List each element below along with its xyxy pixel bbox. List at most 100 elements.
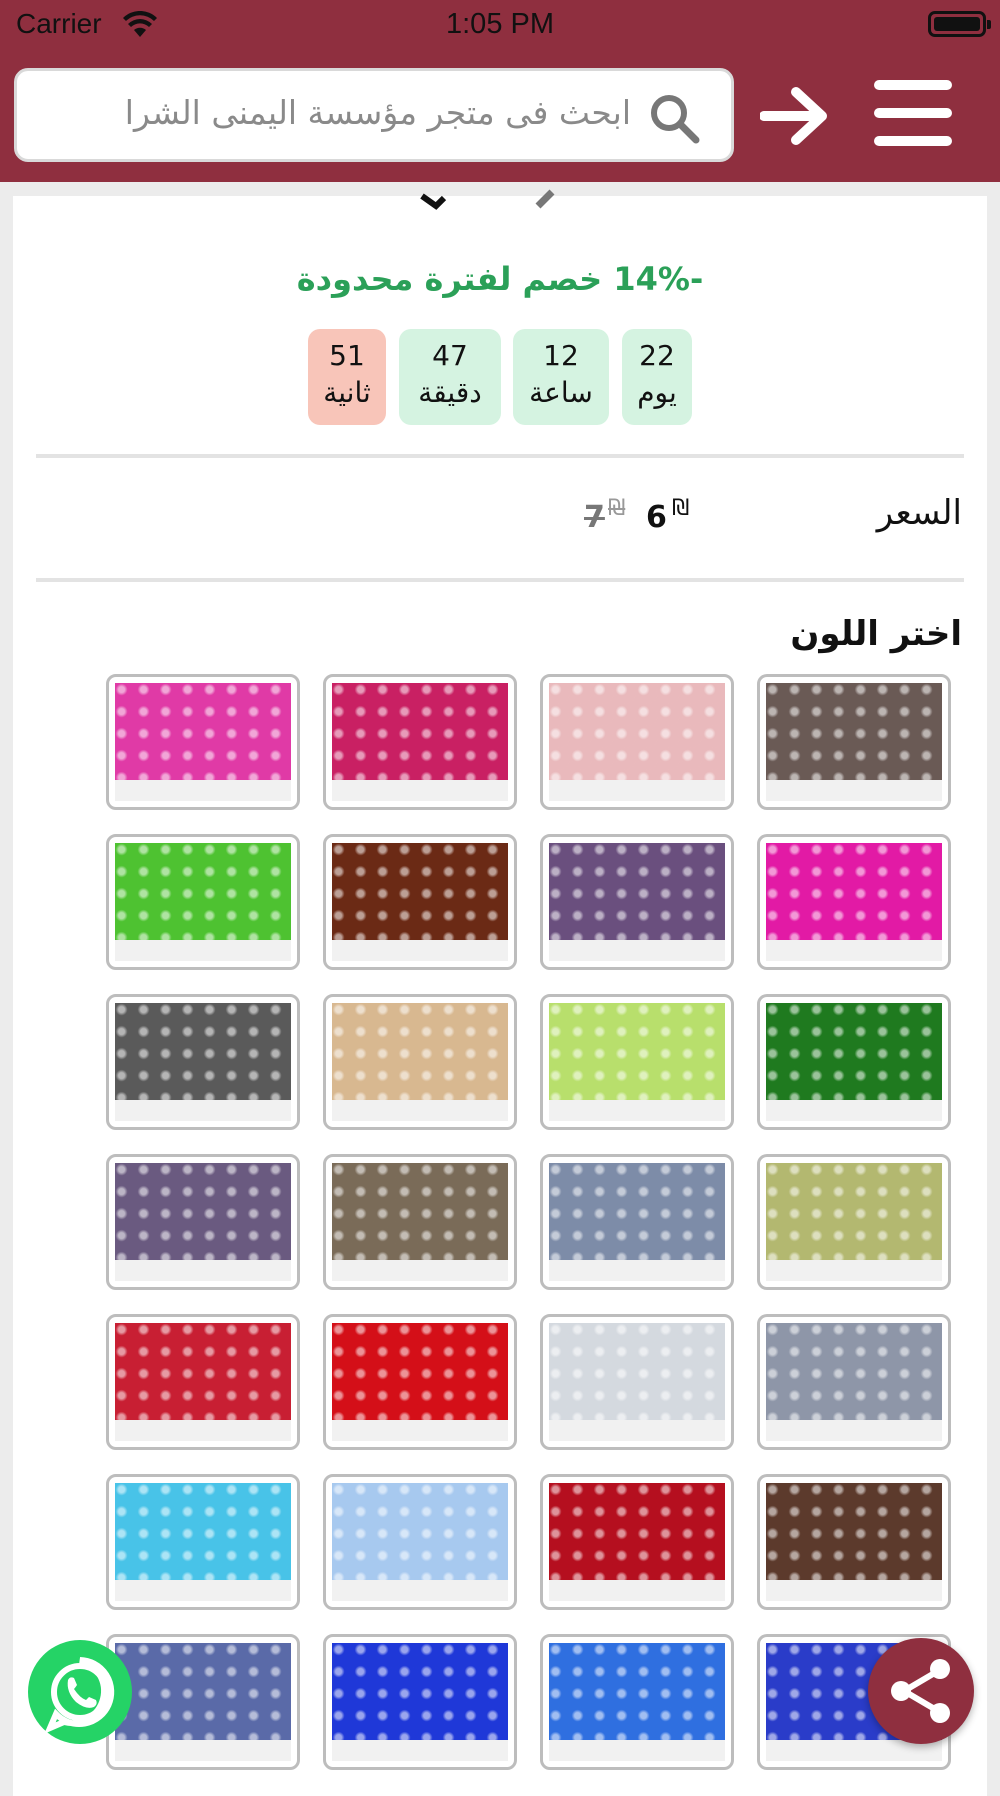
divider — [36, 578, 964, 582]
color-swatch[interactable] — [540, 834, 734, 970]
swatch-image — [549, 1163, 725, 1281]
color-swatch[interactable] — [106, 674, 300, 810]
color-swatch[interactable] — [540, 1634, 734, 1770]
discount-text: -14% خصم لفترة محدودة — [296, 260, 704, 298]
swatch-image — [549, 1003, 725, 1121]
bead-strands — [766, 1483, 942, 1580]
bead-strands — [115, 1323, 291, 1420]
bead-strands — [766, 1163, 942, 1260]
bead-strands — [332, 1323, 508, 1420]
bead-strands — [115, 1483, 291, 1580]
color-swatch[interactable] — [540, 994, 734, 1130]
app-header: Carrier 1:05 PM ابحث فى متجر مؤسسة اليمن… — [0, 0, 1000, 182]
swatch-image — [332, 1163, 508, 1281]
bead-strands — [766, 843, 942, 940]
bead-strands — [766, 1003, 942, 1100]
battery-icon — [928, 11, 991, 37]
color-swatch[interactable] — [323, 1634, 517, 1770]
color-swatch[interactable] — [323, 994, 517, 1130]
color-swatch[interactable] — [323, 834, 517, 970]
search-placeholder[interactable]: ابحث فى متجر مؤسسة اليمنى الشرا — [51, 93, 631, 132]
swatch-image — [332, 1323, 508, 1441]
price-current: 6 — [646, 500, 667, 535]
bead-strands — [549, 1643, 725, 1740]
bead-strands — [115, 1643, 291, 1740]
countdown-days: 22 يوم — [622, 329, 692, 425]
countdown-seconds: 51 ثانية — [308, 329, 386, 425]
swatch-image — [549, 683, 725, 801]
swatch-image — [115, 683, 291, 801]
swatch-image — [766, 1323, 942, 1441]
back-arrow-icon[interactable] — [760, 84, 832, 148]
swatch-image — [115, 1003, 291, 1121]
swatch-image — [766, 1483, 942, 1601]
choose-color-title: اختر اللون — [790, 614, 962, 654]
color-swatch[interactable] — [106, 1314, 300, 1450]
color-swatch[interactable] — [106, 834, 300, 970]
bead-strands — [332, 683, 508, 780]
price-original-currency: ₪ — [608, 496, 626, 521]
color-swatch[interactable] — [106, 1474, 300, 1610]
swatch-image — [115, 1323, 291, 1441]
swatch-image — [332, 683, 508, 801]
color-swatch[interactable] — [540, 1474, 734, 1610]
countdown-minutes-value: 47 — [432, 339, 468, 372]
color-swatch[interactable] — [540, 1154, 734, 1290]
price-current-currency: ₪ — [672, 496, 690, 521]
swatch-image — [549, 843, 725, 961]
color-swatch[interactable] — [106, 994, 300, 1130]
whatsapp-icon — [44, 1657, 115, 1734]
color-swatch[interactable] — [757, 1474, 951, 1610]
bead-strands — [549, 683, 725, 780]
search-icon[interactable] — [647, 91, 701, 145]
color-swatch[interactable] — [757, 674, 951, 810]
bead-strands — [332, 843, 508, 940]
swatch-image — [115, 843, 291, 961]
image-pager-arrows[interactable] — [410, 182, 570, 212]
whatsapp-button[interactable] — [28, 1640, 132, 1744]
swatch-image — [549, 1323, 725, 1441]
swatch-image — [115, 1163, 291, 1281]
menu-bar — [874, 80, 952, 90]
color-swatch[interactable] — [540, 674, 734, 810]
color-swatch[interactable] — [757, 834, 951, 970]
color-swatch[interactable] — [757, 994, 951, 1130]
status-time: 1:05 PM — [446, 8, 554, 40]
countdown-days-label: يوم — [637, 376, 677, 409]
swatch-image — [115, 1483, 291, 1601]
menu-bar — [874, 108, 952, 118]
color-swatch[interactable] — [323, 1474, 517, 1610]
countdown-hours-label: ساعة — [529, 376, 593, 409]
countdown-timer: 51 ثانية 47 دقيقة 12 ساعة 22 يوم — [308, 329, 692, 425]
color-swatch[interactable] — [323, 674, 517, 810]
countdown-minutes-label: دقيقة — [418, 376, 482, 409]
color-swatch-grid — [106, 674, 952, 1778]
swatch-image — [766, 843, 942, 961]
color-swatch[interactable] — [323, 1314, 517, 1450]
bead-strands — [332, 1163, 508, 1260]
countdown-days-value: 22 — [639, 339, 675, 372]
swatch-image — [766, 1003, 942, 1121]
color-swatch[interactable] — [106, 1154, 300, 1290]
status-bar: Carrier 1:05 PM — [0, 0, 1000, 52]
color-swatch[interactable] — [757, 1154, 951, 1290]
swatch-image — [549, 1643, 725, 1761]
bead-strands — [549, 1163, 725, 1260]
search-input[interactable]: ابحث فى متجر مؤسسة اليمنى الشرا — [14, 68, 734, 162]
bead-strands — [549, 1483, 725, 1580]
countdown-minutes: 47 دقيقة — [399, 329, 501, 425]
share-button[interactable] — [868, 1638, 974, 1744]
menu-icon[interactable] — [874, 80, 952, 146]
color-swatch[interactable] — [757, 1314, 951, 1450]
bead-strands — [115, 1003, 291, 1100]
swatch-image — [332, 1003, 508, 1121]
swatch-image — [332, 843, 508, 961]
bead-strands — [115, 683, 291, 780]
countdown-seconds-label: ثانية — [323, 376, 371, 409]
bead-strands — [332, 1003, 508, 1100]
color-swatch[interactable] — [106, 1634, 300, 1770]
color-swatch[interactable] — [540, 1314, 734, 1450]
color-swatch[interactable] — [323, 1154, 517, 1290]
bead-strands — [115, 843, 291, 940]
countdown-hours: 12 ساعة — [513, 329, 609, 425]
